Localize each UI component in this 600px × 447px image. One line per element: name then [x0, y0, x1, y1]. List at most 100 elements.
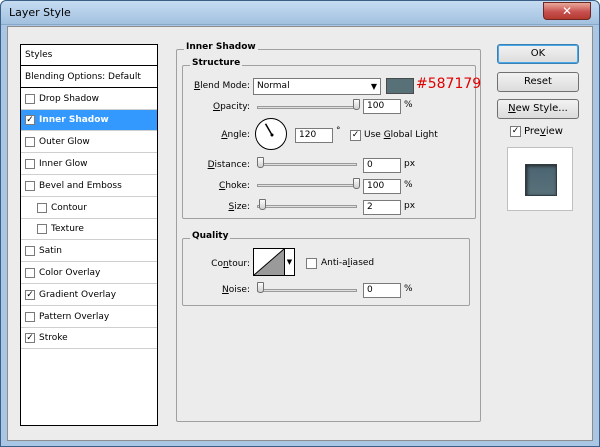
style-item-inner-shadow[interactable]: ✓ Inner Shadow — [21, 110, 157, 132]
chevron-down-icon: ▼ — [286, 258, 293, 266]
style-item-checkbox[interactable] — [37, 202, 47, 213]
preview-swatch — [525, 164, 557, 196]
close-icon: ✕ — [561, 4, 573, 18]
style-item-contour[interactable]: Contour — [21, 198, 157, 219]
style-item-checkbox[interactable] — [25, 159, 35, 169]
noise-slider-thumb[interactable] — [257, 282, 264, 293]
style-item-checkbox[interactable] — [25, 311, 35, 322]
opacity-slider-thumb[interactable] — [353, 99, 360, 110]
distance-unit: px — [404, 159, 416, 169]
style-item-checkbox[interactable] — [25, 137, 35, 148]
style-item-label: Bevel and Emboss — [39, 180, 122, 191]
structure-title: Structure — [190, 58, 243, 68]
style-preview — [507, 147, 573, 211]
style-item-label: Texture — [51, 224, 84, 235]
choke-slider[interactable] — [257, 184, 357, 187]
layer-style-window: Layer Style ✕ Styles Blending Options: De… — [0, 0, 600, 447]
style-item-label: Styles — [25, 50, 53, 60]
distance-input[interactable]: 0 — [363, 158, 401, 173]
reset-button[interactable]: Reset — [497, 72, 579, 92]
quality-title: Quality — [190, 231, 231, 241]
choke-input[interactable]: 100 — [363, 179, 401, 194]
check-icon: ✓ — [511, 126, 520, 136]
window-title: Layer Style — [9, 6, 71, 19]
style-item-pattern-overlay[interactable]: Pattern Overlay — [21, 307, 157, 328]
use-global-light-checkbox[interactable]: ✓ — [350, 130, 361, 141]
style-item-bevel-and-emboss[interactable]: Bevel and Emboss — [21, 176, 157, 197]
choke-unit: % — [404, 180, 413, 190]
style-item-drop-shadow[interactable]: Drop Shadow — [21, 89, 157, 110]
style-item-label: Inner Shadow — [39, 115, 109, 126]
style-item-label: Gradient Overlay — [39, 289, 117, 300]
opacity-label: Opacity: — [212, 102, 250, 112]
style-item-stroke[interactable]: ✓ Stroke — [21, 328, 157, 350]
blend-mode-value: Normal — [257, 81, 290, 91]
inner-shadow-title: Inner Shadow — [184, 42, 258, 52]
opacity-input[interactable]: 100 — [363, 99, 401, 114]
noise-unit: % — [404, 284, 413, 294]
close-button[interactable]: ✕ — [543, 2, 591, 20]
anti-aliased-label: Anti-aliased — [321, 258, 375, 268]
check-icon: ✓ — [351, 130, 360, 140]
size-input[interactable]: 2 — [363, 200, 401, 215]
style-item-checkbox[interactable] — [25, 180, 35, 191]
noise-slider[interactable] — [257, 289, 357, 292]
anti-aliased-checkbox[interactable] — [306, 258, 317, 269]
style-item-checkbox[interactable]: ✓ — [25, 289, 35, 300]
style-item-checkbox[interactable] — [37, 224, 47, 235]
choke-label: Choke: — [219, 181, 250, 191]
distance-slider[interactable] — [257, 163, 357, 166]
size-unit: px — [404, 201, 416, 211]
style-item-label: Inner Glow — [39, 159, 88, 169]
opacity-slider[interactable] — [257, 106, 357, 109]
style-item-checkbox[interactable]: ✓ — [25, 333, 35, 344]
noise-input[interactable]: 0 — [363, 283, 401, 298]
opacity-unit: % — [404, 100, 413, 110]
size-slider-thumb[interactable] — [258, 199, 266, 210]
style-item-color-overlay[interactable]: Color Overlay — [21, 263, 157, 284]
choke-slider-thumb[interactable] — [353, 178, 360, 189]
contour-dropdown-button[interactable]: ▼ — [285, 248, 295, 276]
new-style-button[interactable]: New Style... — [497, 99, 579, 119]
style-item-checkbox[interactable] — [25, 246, 35, 257]
style-item-checkbox[interactable]: ✓ — [25, 115, 35, 126]
style-item-label: Drop Shadow — [39, 93, 100, 104]
blend-mode-label: Blend Mode: — [193, 81, 250, 91]
style-item-checkbox[interactable] — [25, 93, 35, 104]
dialog-client: Styles Blending Options: Default Drop Shad… — [7, 26, 593, 441]
style-item-inner-glow[interactable]: Inner Glow — [21, 154, 157, 175]
style-item-texture[interactable]: Texture — [21, 219, 157, 241]
style-item-outer-glow[interactable]: Outer Glow — [21, 132, 157, 154]
chevron-down-icon: ▼ — [370, 82, 377, 91]
angle-input[interactable]: 120 — [295, 128, 333, 143]
shadow-color-hex: #587179 — [416, 76, 482, 92]
style-item-label: Satin — [39, 246, 62, 257]
ok-button[interactable]: OK — [497, 44, 579, 64]
size-slider[interactable] — [257, 205, 357, 208]
preview-checkbox[interactable]: ✓ — [510, 126, 521, 137]
style-item-label: Contour — [51, 202, 87, 213]
angle-unit: ° — [336, 126, 341, 136]
use-global-light-label: Use Global Light — [364, 130, 438, 140]
style-item-gradient-overlay[interactable]: ✓ Gradient Overlay — [21, 285, 157, 306]
style-item-blending-options-default[interactable]: Blending Options: Default — [21, 67, 157, 88]
distance-slider-thumb[interactable] — [257, 157, 264, 168]
preview-label: Preview — [524, 126, 563, 137]
noise-label: Noise: — [222, 285, 250, 295]
shadow-color-swatch[interactable] — [386, 78, 414, 94]
style-item-label: Color Overlay — [39, 268, 101, 278]
style-item-checkbox[interactable] — [25, 268, 35, 278]
title-bar: Layer Style ✕ — [1, 1, 599, 25]
angle-label: Angle: — [221, 130, 250, 140]
quality-group — [182, 238, 470, 306]
blend-mode-select[interactable]: Normal ▼ — [253, 78, 381, 95]
style-item-label: Blending Options: Default — [25, 71, 141, 82]
contour-label: Contour: — [211, 259, 250, 269]
angle-dial[interactable] — [255, 118, 287, 150]
size-label: Size: — [228, 202, 250, 212]
distance-label: Distance: — [207, 160, 250, 170]
style-item-label: Pattern Overlay — [39, 311, 110, 322]
style-item-satin[interactable]: Satin — [21, 241, 157, 263]
contour-picker[interactable] — [253, 248, 285, 276]
style-item-styles[interactable]: Styles — [21, 45, 157, 66]
